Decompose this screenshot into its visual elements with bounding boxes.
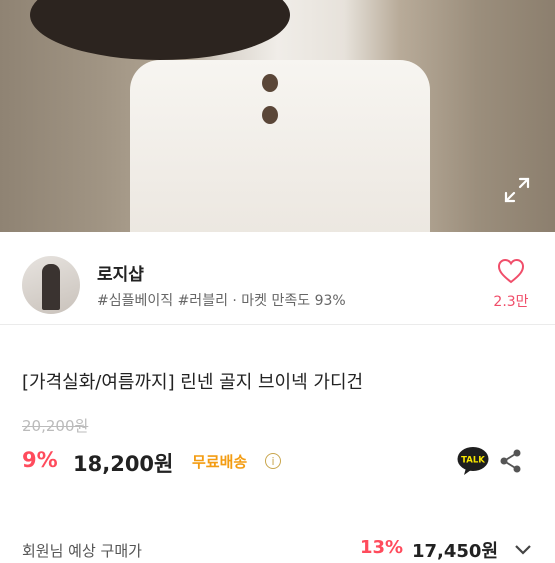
share-icon[interactable] (500, 449, 522, 473)
heart-icon[interactable] (497, 258, 525, 284)
info-icon[interactable]: i (265, 453, 281, 469)
shop-avatar[interactable] (22, 256, 80, 314)
like-count: 2.3만 (493, 294, 529, 310)
avatar-figure (42, 264, 60, 310)
expand-icon[interactable] (503, 176, 531, 204)
image-hair (30, 0, 290, 60)
image-pants (130, 60, 430, 232)
product-title: [가격실화/여름까지] 린넨 골지 브이넥 가디건 (22, 372, 364, 393)
member-price-label: 회원님 예상 구매가 (22, 542, 142, 560)
shop-info[interactable]: 로지샵 #심플베이직 #러블리 · 마켓 만족도 93% 2.3만 (0, 232, 555, 324)
shop-name[interactable]: 로지샵 (97, 260, 144, 285)
svg-text:TALK: TALK (461, 456, 485, 466)
kakaotalk-icon[interactable]: TALK (457, 446, 489, 476)
sale-price: 18,200원 (73, 452, 174, 476)
shop-tags: #심플베이직 #러블리 · 마켓 만족도 93% (97, 293, 346, 309)
original-price: 20,200원 (22, 417, 89, 435)
free-shipping-badge: 무료배송 (192, 453, 248, 471)
member-price: 17,450원 (412, 541, 499, 562)
chevron-down-icon[interactable] (514, 544, 532, 556)
discount-rate: 9% (22, 448, 58, 472)
image-button-detail (262, 106, 278, 124)
divider (0, 324, 555, 325)
image-button-detail (262, 74, 278, 92)
product-image[interactable] (0, 0, 555, 232)
